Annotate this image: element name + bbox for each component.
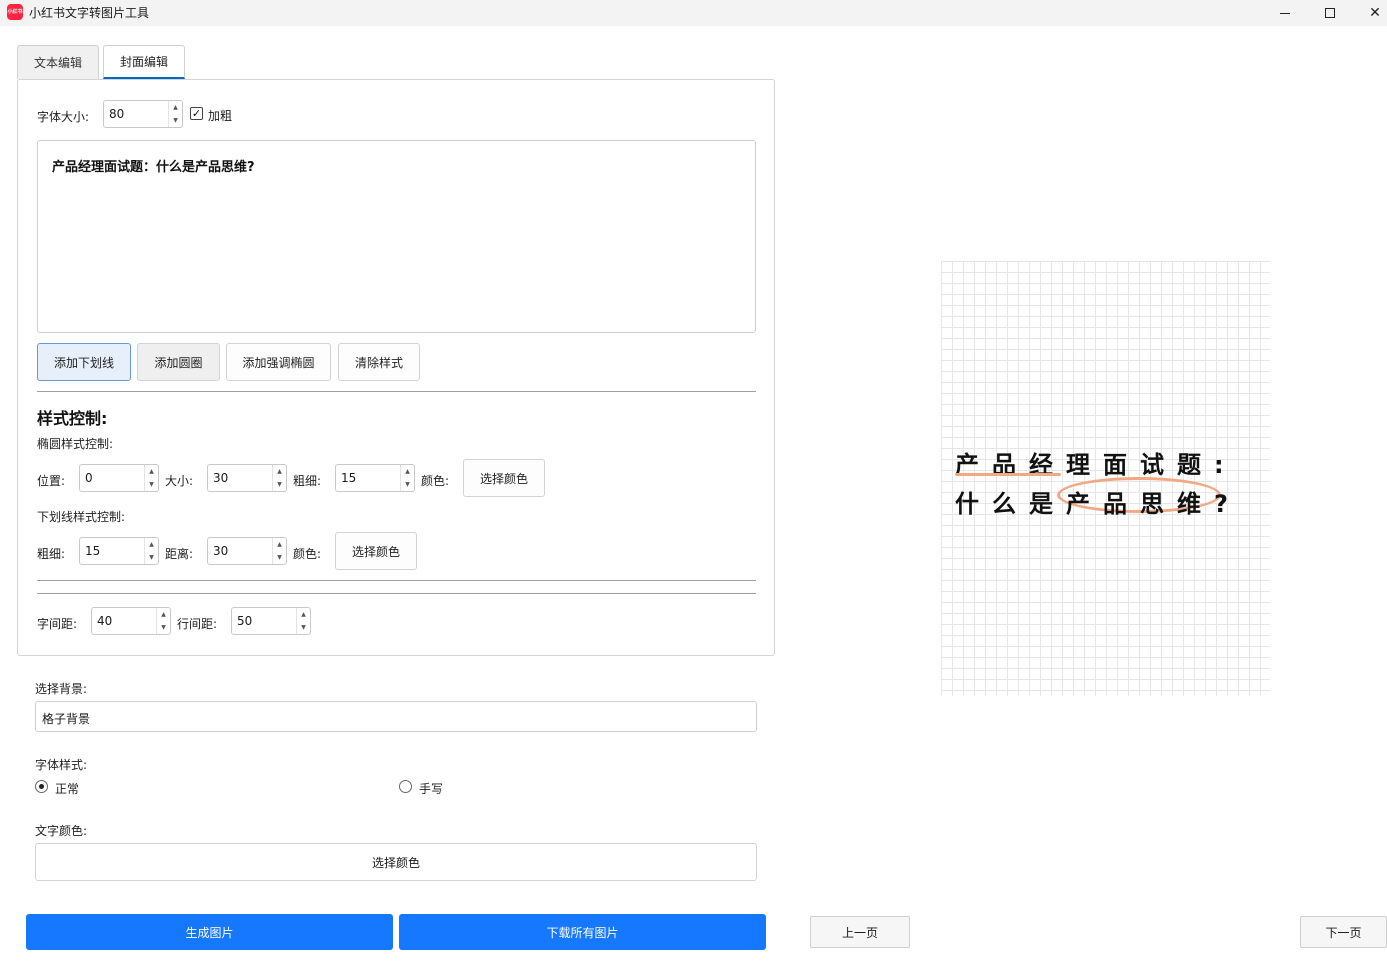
- char-spacing-label: 字间距:: [37, 617, 78, 631]
- close-icon: ✕: [1369, 5, 1381, 21]
- window-title: 小红书文字转图片工具: [29, 6, 150, 20]
- spin-down-icon[interactable]: ▼: [277, 554, 282, 561]
- spin-arrows[interactable]: ▲ ▼: [272, 465, 286, 491]
- close-button[interactable]: ✕: [1353, 0, 1387, 26]
- font-size-value: 80: [109, 107, 125, 121]
- cover-edit-panel: 字体大小: 80 ▲ ▼ ✓ 加粗 产品经理面试题：什么是产品思维? 添加下划线 …: [17, 79, 775, 656]
- font-style-label: 字体样式:: [35, 758, 88, 772]
- spin-arrows[interactable]: ▲ ▼: [400, 465, 414, 491]
- char-spacing-value: 40: [97, 614, 113, 628]
- font-style-handwriting-radio[interactable]: [399, 780, 412, 793]
- underline-color-button[interactable]: 选择颜色: [335, 532, 417, 570]
- ellipse-section-label: 椭圆样式控制:: [37, 437, 114, 451]
- preview-line-2: 什么是产品思维?: [955, 490, 1241, 518]
- ellipse-position-value: 0: [85, 471, 93, 485]
- ellipse-color-label: 颜色:: [421, 474, 450, 488]
- spin-down-icon[interactable]: ▼: [277, 481, 282, 488]
- ellipse-color-button[interactable]: 选择颜色: [463, 459, 545, 497]
- font-size-label: 字体大小:: [37, 110, 90, 124]
- font-style-normal-label[interactable]: 正常: [55, 780, 79, 797]
- spin-down-icon[interactable]: ▼: [405, 481, 410, 488]
- line-spacing-value: 50: [237, 614, 253, 628]
- underline-thickness-value: 15: [85, 544, 101, 558]
- text-color-label: 文字颜色:: [35, 824, 88, 838]
- add-emphasis-ellipse-button[interactable]: 添加强调椭圆: [226, 343, 331, 381]
- add-underline-button[interactable]: 添加下划线: [37, 343, 131, 381]
- minimize-icon: [1280, 12, 1290, 14]
- ellipse-thickness-value: 15: [341, 471, 357, 485]
- ellipse-thickness-label: 粗细:: [293, 474, 322, 488]
- spin-arrows[interactable]: ▲ ▼: [272, 538, 286, 564]
- cover-text-editor[interactable]: 产品经理面试题：什么是产品思维?: [37, 140, 756, 333]
- spin-arrows[interactable]: ▲ ▼: [144, 538, 158, 564]
- spin-down-icon[interactable]: ▼: [301, 624, 306, 631]
- spin-up-icon[interactable]: ▲: [277, 541, 282, 548]
- spin-up-icon[interactable]: ▲: [277, 468, 282, 475]
- cover-preview: 产品经理面试题: 什么是产品思维?: [941, 261, 1270, 696]
- ellipse-position-label: 位置:: [37, 474, 66, 488]
- spin-up-icon[interactable]: ▲: [405, 468, 410, 475]
- maximize-button[interactable]: [1308, 0, 1352, 26]
- spin-up-icon[interactable]: ▲: [149, 541, 154, 548]
- spin-up-icon[interactable]: ▲: [301, 611, 306, 618]
- spin-down-icon[interactable]: ▼: [149, 554, 154, 561]
- app-icon: 小红书: [7, 4, 23, 20]
- spin-arrows[interactable]: ▲ ▼: [144, 465, 158, 491]
- line-spacing-spinbox[interactable]: 50 ▲ ▼: [231, 607, 311, 635]
- font-style-handwriting-label[interactable]: 手写: [419, 780, 443, 797]
- underline-thickness-label: 粗细:: [37, 547, 66, 561]
- underline-distance-value: 30: [213, 544, 229, 558]
- add-circle-button[interactable]: 添加圆圈: [137, 343, 220, 381]
- divider: [37, 593, 756, 594]
- line-spacing-label: 行间距:: [177, 617, 218, 631]
- background-label: 选择背景:: [35, 682, 88, 696]
- next-page-button[interactable]: 下一页: [1300, 916, 1387, 948]
- spin-up-icon[interactable]: ▲: [161, 611, 166, 618]
- spin-arrows[interactable]: ▲ ▼: [168, 101, 182, 127]
- background-select[interactable]: 格子背景: [35, 701, 757, 732]
- maximize-icon: [1325, 8, 1335, 18]
- cover-text-content: 产品经理面试题：什么是产品思维?: [52, 160, 255, 175]
- title-bar: 小红书 小红书文字转图片工具 ✕: [0, 0, 1387, 26]
- spin-arrows[interactable]: ▲ ▼: [156, 608, 170, 634]
- underline-thickness-spinbox[interactable]: 15 ▲ ▼: [79, 537, 159, 565]
- bold-checkbox[interactable]: ✓: [190, 107, 203, 120]
- bold-label: 加粗: [208, 109, 233, 123]
- tab-cover-edit[interactable]: 封面编辑: [103, 45, 185, 79]
- preview-underline: [955, 473, 1061, 476]
- font-style-normal-radio[interactable]: [35, 780, 48, 793]
- spin-down-icon[interactable]: ▼: [149, 481, 154, 488]
- download-all-button[interactable]: 下载所有图片: [399, 914, 766, 950]
- divider: [37, 580, 756, 581]
- font-size-spinbox[interactable]: 80 ▲ ▼: [103, 100, 183, 128]
- prev-page-button[interactable]: 上一页: [810, 916, 910, 948]
- char-spacing-spinbox[interactable]: 40 ▲ ▼: [91, 607, 171, 635]
- underline-color-label: 颜色:: [293, 547, 322, 561]
- ellipse-size-spinbox[interactable]: 30 ▲ ▼: [207, 464, 287, 492]
- clear-style-button[interactable]: 清除样式: [338, 343, 420, 381]
- ellipse-size-value: 30: [213, 471, 229, 485]
- spin-arrows[interactable]: ▲ ▼: [296, 608, 310, 634]
- ellipse-size-label: 大小:: [165, 474, 194, 488]
- underline-section-label: 下划线样式控制:: [37, 510, 126, 524]
- spin-down-icon[interactable]: ▼: [161, 624, 166, 631]
- spin-up-icon[interactable]: ▲: [149, 468, 154, 475]
- spin-up-icon[interactable]: ▲: [173, 104, 178, 111]
- ellipse-position-spinbox[interactable]: 0 ▲ ▼: [79, 464, 159, 492]
- divider: [37, 391, 756, 392]
- underline-distance-spinbox[interactable]: 30 ▲ ▼: [207, 537, 287, 565]
- generate-image-button[interactable]: 生成图片: [26, 914, 393, 950]
- style-control-title: 样式控制:: [37, 409, 108, 428]
- ellipse-thickness-spinbox[interactable]: 15 ▲ ▼: [335, 464, 415, 492]
- minimize-button[interactable]: [1263, 0, 1307, 26]
- tab-text-edit[interactable]: 文本编辑: [17, 45, 99, 79]
- underline-distance-label: 距离:: [165, 547, 194, 561]
- text-color-button[interactable]: 选择颜色: [35, 843, 757, 881]
- background-value: 格子背景: [42, 712, 91, 726]
- spin-down-icon[interactable]: ▼: [173, 117, 178, 124]
